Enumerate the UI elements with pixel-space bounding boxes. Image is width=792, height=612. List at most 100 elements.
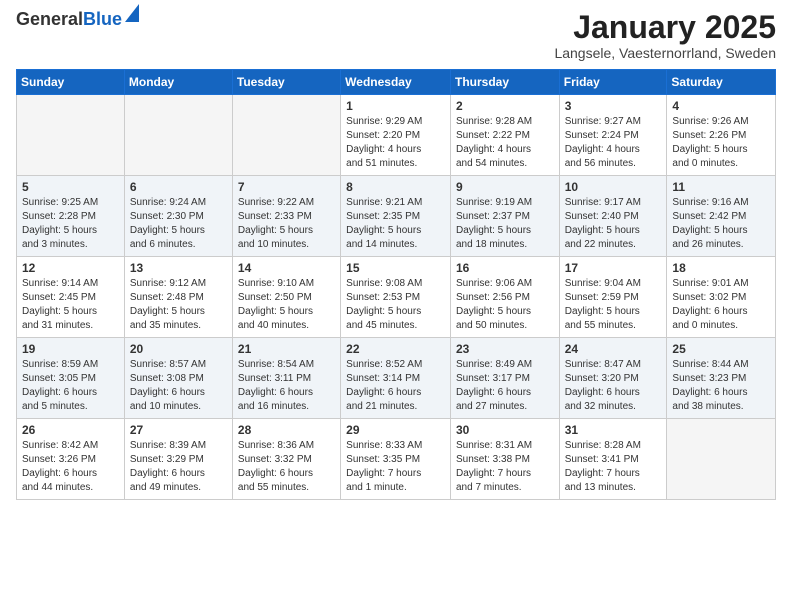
day-number: 2 (456, 99, 554, 113)
calendar-cell: 7 Sunrise: 9:22 AM Sunset: 2:33 PM Daylig… (232, 176, 340, 257)
calendar-cell: 22 Sunrise: 8:52 AM Sunset: 3:14 PM Dayli… (341, 338, 451, 419)
calendar-cell (667, 419, 776, 500)
weekday-header-wednesday: Wednesday (341, 70, 451, 95)
day-info: Sunrise: 8:42 AM Sunset: 3:26 PM Dayligh… (22, 439, 119, 495)
day-number: 23 (456, 342, 554, 356)
day-info: Sunrise: 9:22 AM Sunset: 2:33 PM Dayligh… (238, 196, 335, 252)
day-info: Sunrise: 9:06 AM Sunset: 2:56 PM Dayligh… (456, 277, 554, 333)
day-info: Sunrise: 9:28 AM Sunset: 2:22 PM Dayligh… (456, 115, 554, 171)
day-info: Sunrise: 8:31 AM Sunset: 3:38 PM Dayligh… (456, 439, 554, 495)
weekday-header-friday: Friday (559, 70, 667, 95)
day-number: 15 (346, 261, 445, 275)
calendar-cell: 14 Sunrise: 9:10 AM Sunset: 2:50 PM Dayli… (232, 257, 340, 338)
calendar-cell: 4Sunrise: 9:26 AM Sunset: 2:26 PM Daylig… (667, 95, 776, 176)
day-number: 17 (565, 261, 662, 275)
weekday-header-row: SundayMondayTuesdayWednesdayThursdayFrid… (17, 70, 776, 95)
day-number: 22 (346, 342, 445, 356)
sub-title: Langsele, Vaesternorrland, Sweden (554, 45, 776, 61)
day-number: 14 (238, 261, 335, 275)
calendar-cell: 6 Sunrise: 9:24 AM Sunset: 2:30 PM Daylig… (124, 176, 232, 257)
calendar-cell: 24Sunrise: 8:47 AM Sunset: 3:20 PM Dayli… (559, 338, 667, 419)
calendar-cell: 31Sunrise: 8:28 AM Sunset: 3:41 PM Dayli… (559, 419, 667, 500)
day-info: Sunrise: 9:12 AM Sunset: 2:48 PM Dayligh… (130, 277, 227, 333)
day-info: Sunrise: 9:10 AM Sunset: 2:50 PM Dayligh… (238, 277, 335, 333)
logo-triangle-icon (125, 4, 139, 27)
day-number: 8 (346, 180, 445, 194)
day-info: Sunrise: 9:24 AM Sunset: 2:30 PM Dayligh… (130, 196, 227, 252)
calendar-cell: 13Sunrise: 9:12 AM Sunset: 2:48 PM Dayli… (124, 257, 232, 338)
calendar-cell: 19 Sunrise: 8:59 AM Sunset: 3:05 PM Dayli… (17, 338, 125, 419)
header: GeneralBlue January 2025 Langsele, Vaest… (16, 10, 776, 61)
day-info: Sunrise: 8:52 AM Sunset: 3:14 PM Dayligh… (346, 358, 445, 414)
calendar-cell: 18 Sunrise: 9:01 AM Sunset: 3:02 PM Dayli… (667, 257, 776, 338)
calendar-week-row: 26 Sunrise: 8:42 AM Sunset: 3:26 PM Dayli… (17, 419, 776, 500)
day-info: Sunrise: 9:16 AM Sunset: 2:42 PM Dayligh… (672, 196, 770, 252)
day-number: 16 (456, 261, 554, 275)
day-info: Sunrise: 8:28 AM Sunset: 3:41 PM Dayligh… (565, 439, 662, 495)
calendar-cell: 23 Sunrise: 8:49 AM Sunset: 3:17 PM Dayli… (450, 338, 559, 419)
day-number: 1 (346, 99, 445, 113)
calendar-cell: 26 Sunrise: 8:42 AM Sunset: 3:26 PM Dayli… (17, 419, 125, 500)
calendar-cell: 2 Sunrise: 9:28 AM Sunset: 2:22 PM Daylig… (450, 95, 559, 176)
day-info: Sunrise: 8:39 AM Sunset: 3:29 PM Dayligh… (130, 439, 227, 495)
calendar-cell: 16 Sunrise: 9:06 AM Sunset: 2:56 PM Dayli… (450, 257, 559, 338)
calendar-cell: 11 Sunrise: 9:16 AM Sunset: 2:42 PM Dayli… (667, 176, 776, 257)
day-info: Sunrise: 8:59 AM Sunset: 3:05 PM Dayligh… (22, 358, 119, 414)
day-number: 21 (238, 342, 335, 356)
day-info: Sunrise: 9:21 AM Sunset: 2:35 PM Dayligh… (346, 196, 445, 252)
day-number: 25 (672, 342, 770, 356)
calendar-cell: 10Sunrise: 9:17 AM Sunset: 2:40 PM Dayli… (559, 176, 667, 257)
day-number: 18 (672, 261, 770, 275)
day-number: 26 (22, 423, 119, 437)
calendar-cell: 1 Sunrise: 9:29 AM Sunset: 2:20 PM Daylig… (341, 95, 451, 176)
weekday-header-tuesday: Tuesday (232, 70, 340, 95)
calendar-cell: 27 Sunrise: 8:39 AM Sunset: 3:29 PM Dayli… (124, 419, 232, 500)
day-number: 10 (565, 180, 662, 194)
calendar-cell: 21 Sunrise: 8:54 AM Sunset: 3:11 PM Dayli… (232, 338, 340, 419)
day-info: Sunrise: 8:33 AM Sunset: 3:35 PM Dayligh… (346, 439, 445, 495)
calendar-cell: 5Sunrise: 9:25 AM Sunset: 2:28 PM Daylig… (17, 176, 125, 257)
page: GeneralBlue January 2025 Langsele, Vaest… (0, 0, 792, 612)
day-number: 9 (456, 180, 554, 194)
weekday-header-monday: Monday (124, 70, 232, 95)
day-info: Sunrise: 9:08 AM Sunset: 2:53 PM Dayligh… (346, 277, 445, 333)
calendar-week-row: 12Sunrise: 9:14 AM Sunset: 2:45 PM Dayli… (17, 257, 776, 338)
weekday-header-saturday: Saturday (667, 70, 776, 95)
calendar-week-row: 19 Sunrise: 8:59 AM Sunset: 3:05 PM Dayli… (17, 338, 776, 419)
day-number: 7 (238, 180, 335, 194)
day-info: Sunrise: 9:01 AM Sunset: 3:02 PM Dayligh… (672, 277, 770, 333)
weekday-header-sunday: Sunday (17, 70, 125, 95)
day-number: 3 (565, 99, 662, 113)
calendar-cell: 30 Sunrise: 8:31 AM Sunset: 3:38 PM Dayli… (450, 419, 559, 500)
day-info: Sunrise: 9:19 AM Sunset: 2:37 PM Dayligh… (456, 196, 554, 252)
day-info: Sunrise: 8:57 AM Sunset: 3:08 PM Dayligh… (130, 358, 227, 414)
day-info: Sunrise: 8:49 AM Sunset: 3:17 PM Dayligh… (456, 358, 554, 414)
day-number: 27 (130, 423, 227, 437)
day-info: Sunrise: 9:29 AM Sunset: 2:20 PM Dayligh… (346, 115, 445, 171)
day-number: 11 (672, 180, 770, 194)
calendar-cell: 20Sunrise: 8:57 AM Sunset: 3:08 PM Dayli… (124, 338, 232, 419)
day-number: 28 (238, 423, 335, 437)
day-number: 6 (130, 180, 227, 194)
calendar: SundayMondayTuesdayWednesdayThursdayFrid… (16, 69, 776, 500)
calendar-cell: 9 Sunrise: 9:19 AM Sunset: 2:37 PM Daylig… (450, 176, 559, 257)
calendar-week-row: 1 Sunrise: 9:29 AM Sunset: 2:20 PM Daylig… (17, 95, 776, 176)
calendar-week-row: 5Sunrise: 9:25 AM Sunset: 2:28 PM Daylig… (17, 176, 776, 257)
calendar-cell (232, 95, 340, 176)
main-title: January 2025 (554, 10, 776, 45)
logo: GeneralBlue (16, 10, 139, 28)
calendar-cell (124, 95, 232, 176)
day-number: 4 (672, 99, 770, 113)
title-section: January 2025 Langsele, Vaesternorrland, … (554, 10, 776, 61)
day-info: Sunrise: 9:14 AM Sunset: 2:45 PM Dayligh… (22, 277, 119, 333)
calendar-cell: 15 Sunrise: 9:08 AM Sunset: 2:53 PM Dayli… (341, 257, 451, 338)
calendar-cell: 3Sunrise: 9:27 AM Sunset: 2:24 PM Daylig… (559, 95, 667, 176)
day-number: 29 (346, 423, 445, 437)
day-info: Sunrise: 8:54 AM Sunset: 3:11 PM Dayligh… (238, 358, 335, 414)
day-number: 19 (22, 342, 119, 356)
day-number: 24 (565, 342, 662, 356)
day-number: 30 (456, 423, 554, 437)
calendar-cell: 29 Sunrise: 8:33 AM Sunset: 3:35 PM Dayli… (341, 419, 451, 500)
day-info: Sunrise: 8:44 AM Sunset: 3:23 PM Dayligh… (672, 358, 770, 414)
calendar-cell: 25 Sunrise: 8:44 AM Sunset: 3:23 PM Dayli… (667, 338, 776, 419)
